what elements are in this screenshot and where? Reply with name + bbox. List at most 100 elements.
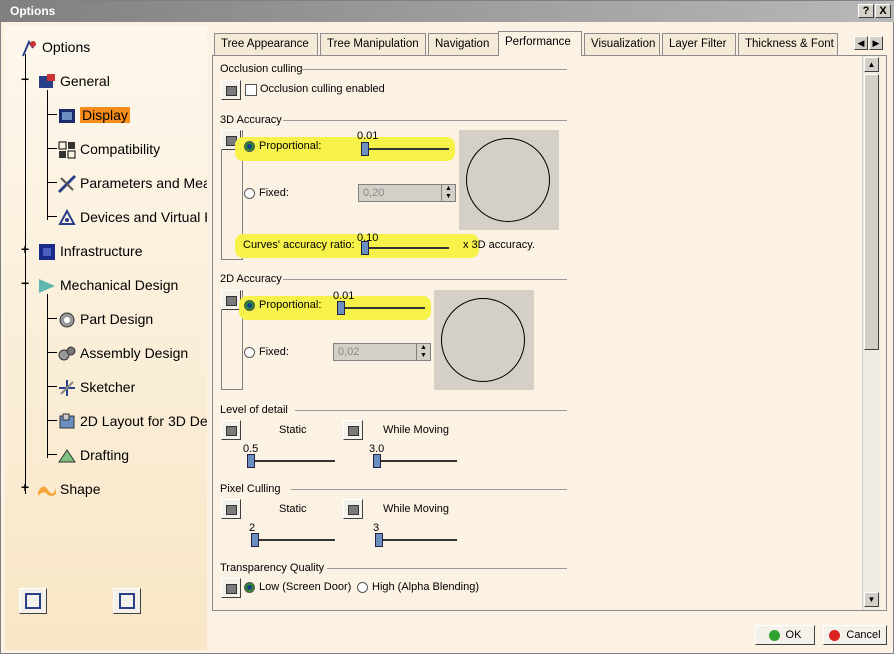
acc2d-title: 2D Accuracy [220, 273, 282, 285]
scroll-up-icon[interactable]: ▲ [864, 57, 879, 72]
tree-root-options[interactable]: Options [19, 36, 90, 58]
lock-icon[interactable] [343, 420, 363, 440]
slider-thumb[interactable] [373, 454, 381, 468]
lod-static-slider[interactable] [247, 460, 335, 462]
tab-scroll-left-icon[interactable]: ◀ [854, 36, 868, 50]
lod-moving-label: While Moving [383, 424, 450, 436]
tree-item-label: Display [80, 107, 130, 123]
slider-thumb[interactable] [247, 454, 255, 468]
pixel-static-label: Static [279, 503, 307, 515]
expand-icon[interactable]: + [21, 242, 30, 256]
vertical-scrollbar[interactable]: ▲ ▼ [862, 56, 880, 610]
divider [283, 279, 567, 280]
tree-item-drafting[interactable]: Drafting [57, 444, 129, 466]
transparency-high-label: High (Alpha Blending) [372, 581, 480, 593]
tab-layer-filter[interactable]: Layer Filter [662, 33, 736, 55]
slider-thumb[interactable] [251, 533, 259, 547]
acc3d-fixed-input[interactable]: 0,20 ▲ ▼ [358, 184, 456, 202]
slider-thumb[interactable] [375, 533, 383, 547]
slider-thumb[interactable] [337, 301, 345, 315]
tree-line [47, 216, 57, 217]
acc3d-curves-label: Curves' accuracy ratio: [243, 239, 355, 251]
acc3d-curves-slider[interactable] [361, 247, 449, 249]
lod-title: Level of detail [220, 404, 288, 416]
spin-arrows-icon[interactable]: ▲ ▼ [441, 185, 455, 201]
acc2d-fixed-radio[interactable] [244, 347, 255, 358]
expand-icon[interactable]: + [21, 480, 30, 494]
lock-options-icon[interactable] [113, 588, 141, 614]
devices-icon [57, 208, 77, 228]
lock-icon[interactable] [221, 420, 241, 440]
acc2d-proportional-radio[interactable] [244, 300, 255, 311]
tree-item-devices[interactable]: Devices and Virtual R [57, 206, 207, 228]
tab-tree-appearance[interactable]: Tree Appearance [214, 33, 318, 55]
tab-visualization[interactable]: Visualization [584, 33, 660, 55]
lock-icon[interactable] [221, 578, 241, 598]
tab-performance[interactable]: Performance [498, 31, 582, 56]
divider [327, 568, 567, 569]
tab-bar: Tree Appearance Tree Manipulation Naviga… [212, 31, 887, 56]
slider-thumb[interactable] [361, 241, 369, 255]
infrastructure-icon [37, 242, 57, 262]
acc3d-proportional-radio[interactable] [244, 141, 255, 152]
cancel-button[interactable]: Cancel [823, 625, 887, 645]
tree-line [47, 90, 48, 220]
occlusion-checkbox[interactable] [245, 84, 257, 96]
tree-item-label: Compatibility [80, 141, 161, 157]
acc3d-proportional-slider[interactable] [361, 148, 449, 150]
lock-icon[interactable] [221, 80, 241, 100]
pixel-moving-slider[interactable] [375, 539, 457, 541]
tree-item-infrastructure[interactable]: Infrastructure [37, 240, 142, 262]
transparency-high-radio[interactable] [357, 582, 368, 593]
tree-item-compatibility[interactable]: Compatibility [57, 138, 160, 160]
close-button[interactable]: X [875, 4, 891, 18]
ok-dot-icon [768, 629, 780, 641]
tree-item-label: Devices and Virtual R [80, 209, 207, 225]
scroll-thumb[interactable] [864, 74, 879, 350]
tree-item-label: General [60, 73, 110, 89]
acc3d-curves-suffix: x 3D accuracy. [463, 239, 535, 251]
tree-item-shape[interactable]: Shape [37, 478, 100, 500]
tree-item-general[interactable]: General [37, 70, 110, 92]
tree-item-assembly[interactable]: Assembly Design [57, 342, 188, 364]
spin-arrows-icon[interactable]: ▲ ▼ [416, 344, 430, 360]
layout-icon [57, 412, 77, 432]
tree-item-parameters[interactable]: Parameters and Meas [57, 172, 207, 194]
tree-item-layout[interactable]: 2D Layout for 3D De [57, 410, 207, 432]
tab-navigation[interactable]: Navigation [428, 33, 500, 55]
tree-item-sketcher[interactable]: Sketcher [57, 376, 135, 398]
lock-icon[interactable] [221, 499, 241, 519]
collapse-icon[interactable]: − [21, 72, 30, 86]
tree-item-label: Sketcher [80, 379, 136, 395]
cancel-dot-icon [829, 629, 841, 641]
slider-thumb[interactable] [361, 142, 369, 156]
help-button[interactable]: ? [858, 4, 874, 18]
scroll-down-icon[interactable]: ▼ [864, 592, 879, 607]
tree-item-display[interactable]: Display [57, 104, 130, 126]
display-icon [57, 106, 77, 126]
tree-item-label: Shape [60, 481, 101, 497]
tab-thickness-font[interactable]: Thickness & Font [738, 33, 838, 55]
lock-icon[interactable] [221, 290, 241, 310]
tree-item-part-design[interactable]: Part Design [57, 308, 153, 330]
lock-icon[interactable] [343, 499, 363, 519]
compatibility-icon [57, 140, 77, 160]
divider [283, 120, 567, 121]
reset-options-icon[interactable] [19, 588, 47, 614]
divider [291, 489, 567, 490]
drafting-icon [57, 446, 77, 466]
acc2d-fixed-input[interactable]: 0,02 ▲ ▼ [333, 343, 431, 361]
pixel-static-slider[interactable] [251, 539, 335, 541]
lod-moving-slider[interactable] [373, 460, 457, 462]
settings-panel: Tree Appearance Tree Manipulation Naviga… [212, 31, 887, 611]
ok-button[interactable]: OK [755, 625, 815, 645]
tree-item-label: Assembly Design [80, 345, 189, 361]
tab-scroll-right-icon[interactable]: ▶ [869, 36, 883, 50]
performance-content: Occlusion culling Occlusion culling enab… [212, 55, 887, 611]
acc2d-proportional-slider[interactable] [337, 307, 425, 309]
tree-item-mechanical[interactable]: Mechanical Design [37, 274, 178, 296]
transparency-low-radio[interactable] [244, 582, 255, 593]
tab-tree-manipulation[interactable]: Tree Manipulation [320, 33, 426, 55]
acc3d-fixed-radio[interactable] [244, 188, 255, 199]
collapse-icon[interactable]: − [21, 276, 30, 290]
